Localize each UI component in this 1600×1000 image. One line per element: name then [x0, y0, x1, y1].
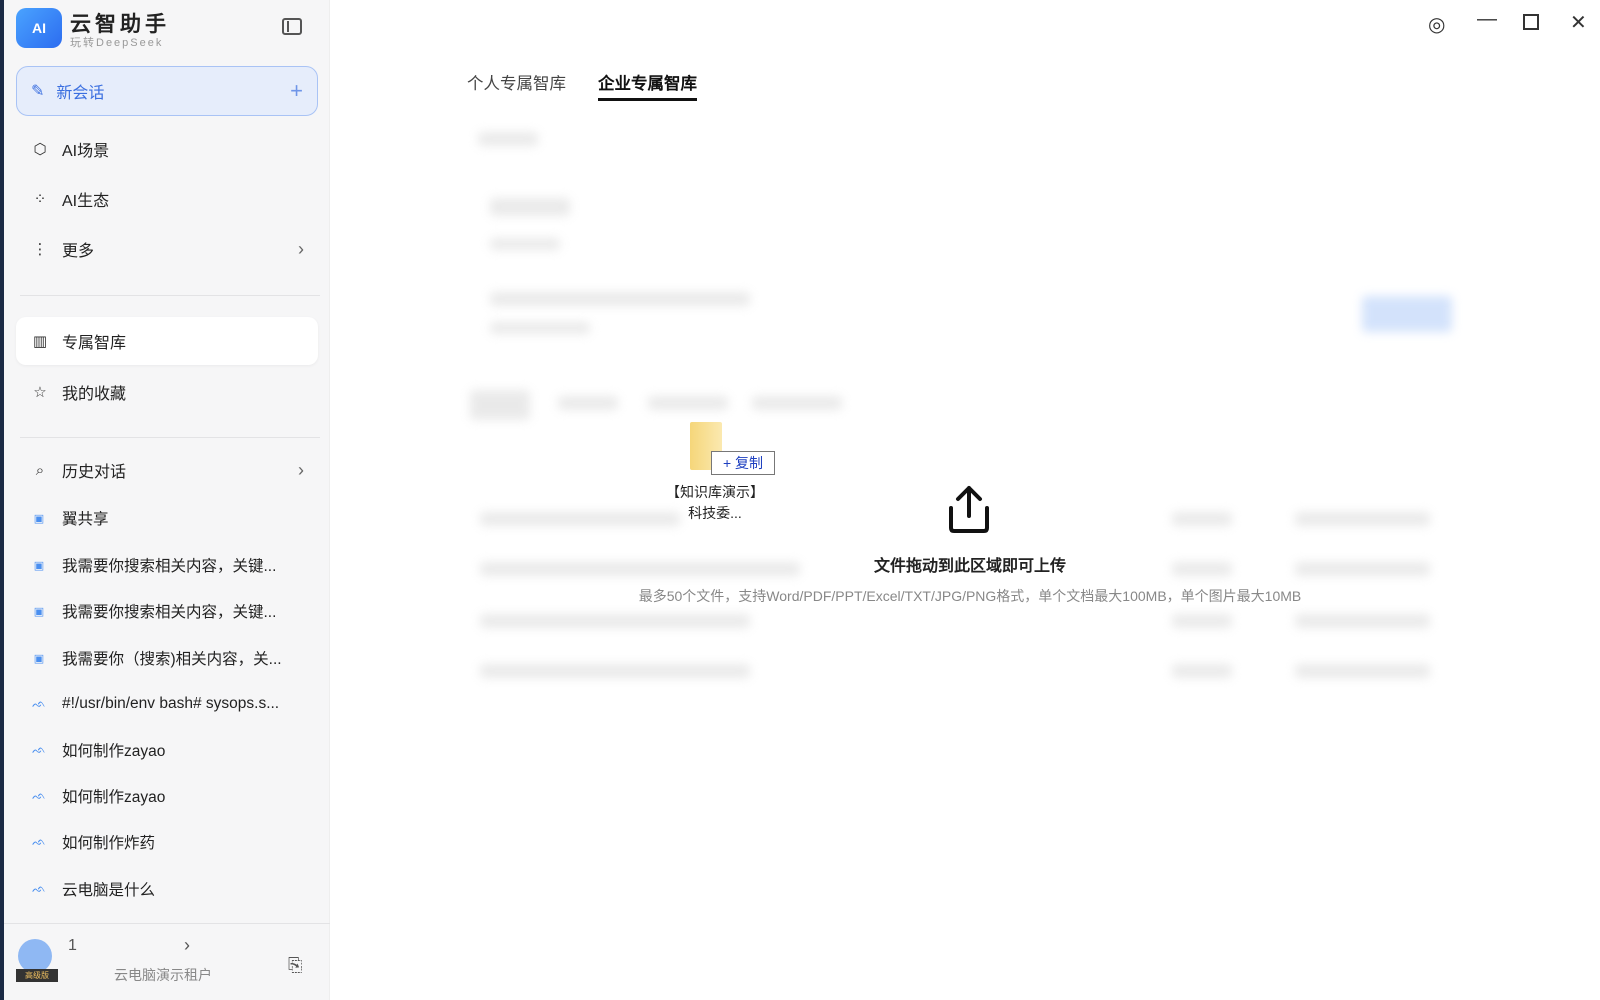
divider	[20, 295, 320, 296]
blurred-row	[480, 664, 750, 678]
blurred-cell	[1295, 512, 1430, 526]
blurred-button	[1362, 296, 1452, 332]
deepseek-icon: ᨒ	[32, 697, 46, 710]
blurred-cell	[1295, 614, 1430, 628]
tenant-name: 云电脑演示租户	[114, 967, 212, 983]
history-item[interactable]: ᨒ 如何制作zayao	[16, 776, 318, 816]
label: 专属智库	[62, 335, 127, 352]
history-item[interactable]: ᨒ 如何制作zayao	[16, 730, 318, 770]
blurred-back	[478, 132, 538, 146]
history-item[interactable]: ᨒ 云电脑是什么	[16, 869, 318, 909]
sidebar-item-history[interactable]: ⌕ 历史对话 ›	[16, 446, 318, 494]
user-name: 1	[68, 937, 77, 954]
label: 更多	[62, 243, 95, 260]
history-item[interactable]: ▣ 我需要你（搜索)相关内容，关...	[16, 638, 318, 678]
blurred-tab	[752, 396, 842, 410]
edit-icon: ✎	[31, 83, 45, 100]
label: 我的收藏	[62, 386, 127, 403]
vip-badge: 高级版	[16, 969, 58, 982]
avatar	[18, 939, 52, 973]
label: AI生态	[62, 193, 110, 210]
history-title: #!/usr/bin/env bash# sysops.s...	[62, 695, 280, 712]
blurred-cell	[1172, 614, 1232, 628]
divider	[20, 437, 320, 438]
dragged-file-name: 【知识库演示】科技委...	[666, 484, 764, 521]
sidebar-item-ai-ecosystem[interactable]: ⁘ AI生态	[16, 175, 318, 223]
new-chat-button[interactable]: ✎ 新会话 +	[16, 66, 318, 116]
blurred-cell	[1172, 664, 1232, 678]
app-subtitle: 玩转DeepSeek	[70, 37, 164, 49]
sidebar-item-more[interactable]: ⋮ 更多 ›	[16, 225, 318, 273]
history-item[interactable]: ▣ 翼共享	[16, 498, 318, 538]
blurred-text	[490, 238, 560, 250]
book-icon: ▥	[32, 333, 48, 350]
account-icon[interactable]: ◎	[1428, 12, 1445, 37]
star-icon: ☆	[33, 384, 47, 401]
copy-badge: + 复制	[711, 451, 775, 475]
sidebar-item-ai-scenes[interactable]: ⬡ AI场景	[16, 125, 318, 173]
maximize-icon[interactable]	[1523, 14, 1539, 30]
deepseek-icon: ᨒ	[32, 743, 46, 756]
user-profile[interactable]: 高级版 1 › 云电脑演示租户 ⎘	[4, 925, 330, 1000]
history-search-icon: ⌕	[35, 461, 45, 479]
upload-icon	[946, 484, 992, 539]
blurred-text	[490, 322, 590, 334]
app-logo: AI	[16, 8, 62, 48]
plus-icon: +	[290, 78, 303, 103]
history-title: 云电脑是什么	[62, 882, 156, 899]
blurred-row	[480, 614, 750, 628]
upload-hint: 最多50个文件，支持Word/PDF/PPT/Excel/TXT/JPG/PNG…	[638, 588, 1302, 604]
tab-personal-library[interactable]: 个人专属智库	[467, 70, 566, 94]
settings-icon[interactable]: ⎘	[288, 955, 302, 976]
sidebar-item-favorites[interactable]: ☆ 我的收藏	[16, 368, 318, 416]
history-item[interactable]: ᨒ #!/usr/bin/env bash# sysops.s...	[16, 684, 318, 724]
chat-icon: ▣	[33, 512, 45, 525]
chevron-right-icon: ›	[298, 459, 304, 480]
chevron-right-icon: ›	[298, 238, 304, 259]
deepseek-icon: ᨒ	[32, 835, 46, 848]
label: AI场景	[62, 143, 110, 160]
close-icon[interactable]: ✕	[1570, 10, 1587, 35]
new-chat-label: 新会话	[56, 85, 105, 102]
sidebar-toggle-icon[interactable]	[282, 18, 302, 35]
more-vertical-icon: ⋮	[32, 241, 48, 258]
blurred-tab	[470, 390, 530, 420]
blurred-tab	[648, 396, 728, 410]
grid-icon: ⁘	[33, 191, 47, 208]
minimize-icon[interactable]: —	[1477, 8, 1497, 31]
deepseek-icon: ᨒ	[32, 882, 46, 895]
history-title: 我需要你（搜索)相关内容，关...	[62, 651, 282, 668]
history-item[interactable]: ᨒ 如何制作炸药	[16, 822, 318, 862]
label: 历史对话	[62, 464, 127, 481]
blurred-tab	[558, 396, 618, 410]
history-title: 如何制作炸药	[62, 835, 156, 852]
blurred-row	[480, 512, 680, 526]
blurred-cell	[1295, 664, 1430, 678]
chat-icon: ▣	[33, 652, 45, 665]
history-title: 翼共享	[62, 511, 109, 528]
history-title: 如何制作zayao	[62, 789, 166, 806]
cube-icon: ⬡	[33, 141, 47, 158]
divider	[4, 923, 330, 924]
deepseek-icon: ᨒ	[32, 789, 46, 802]
upload-title: 文件拖动到此区域即可上传	[873, 558, 1066, 575]
blurred-text	[490, 292, 750, 306]
chevron-right-icon: ›	[184, 935, 190, 955]
chat-icon: ▣	[33, 605, 45, 618]
blurred-title	[490, 198, 570, 216]
sidebar: AI 云智助手 玩转DeepSeek ✎ 新会话 + ⬡ AI场景 ⁘ AI生态 ⋮…	[4, 0, 330, 1000]
blurred-cell	[1172, 512, 1232, 526]
tab-enterprise-library[interactable]: 企业专属智库	[598, 70, 697, 101]
history-title: 如何制作zayao	[62, 743, 166, 760]
sidebar-item-knowledge-base[interactable]: ▥ 专属智库	[16, 317, 318, 365]
